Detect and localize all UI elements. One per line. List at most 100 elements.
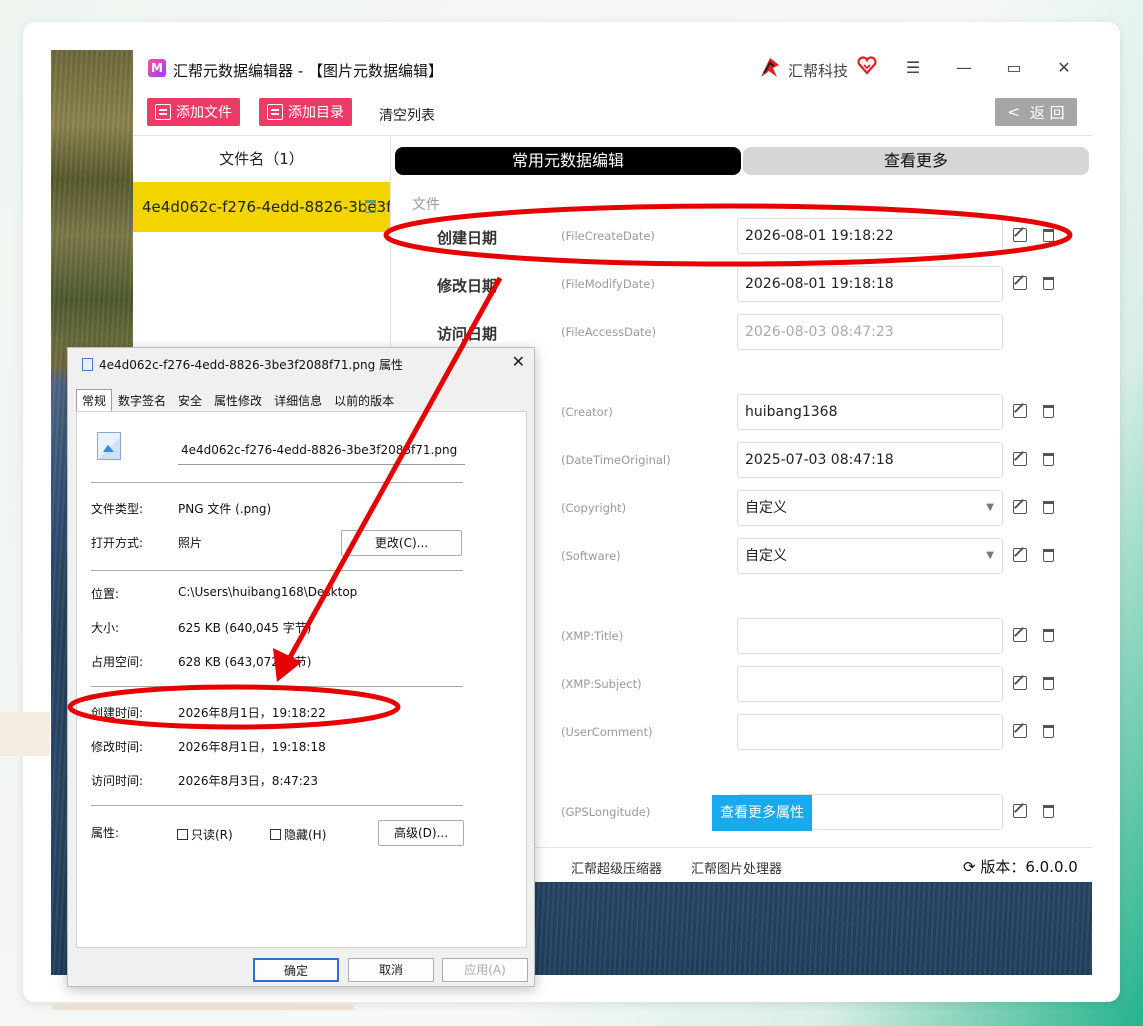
trash-icon[interactable]: [1043, 725, 1054, 738]
size-label: 大小:: [91, 621, 120, 635]
trash-icon[interactable]: [1043, 805, 1054, 818]
separator: [91, 570, 463, 571]
metadata-row: 访问日期 (FileAccessDate) 2026-08-03 08:47:2…: [395, 314, 1092, 350]
close-icon[interactable]: ✕: [512, 352, 525, 371]
edit-icon[interactable]: [1013, 548, 1027, 562]
accessed-value: 2026年8月3日，8:47:23: [178, 774, 319, 788]
file-properties-dialog: 4e4d062c-f276-4edd-8826-3be3f2088f71.png…: [67, 347, 535, 987]
add-directory-label: 添加目录: [288, 105, 344, 121]
dialog-general-panel: 4e4d062c-f276-4edd-8826-3be3f2088f71.png…: [76, 411, 527, 948]
row-key: (XMP:Subject): [561, 677, 642, 691]
edit-icon[interactable]: [1013, 724, 1027, 738]
location-value: C:\Users\huibang168\Desktop: [178, 585, 358, 599]
close-icon[interactable]: ✕: [1050, 56, 1078, 80]
trash-icon[interactable]: [1043, 277, 1054, 290]
user-comment-input[interactable]: [737, 714, 1003, 750]
minimize-icon[interactable]: —: [950, 56, 978, 80]
ok-button[interactable]: 确定: [253, 958, 339, 982]
xmp-title-input[interactable]: [737, 618, 1003, 654]
edit-icon[interactable]: [1013, 628, 1027, 642]
toolbar: 添加文件 添加目录 清空列表 < 返 回: [133, 88, 1092, 136]
modified-label: 修改时间:: [91, 740, 144, 754]
row-label: 访问日期: [437, 325, 498, 343]
filename-input[interactable]: 4e4d062c-f276-4edd-8826-3be3f2088f71.png: [178, 435, 465, 465]
trash-icon[interactable]: [365, 200, 376, 213]
version-label[interactable]: ⟳ 版本：6.0.0.0: [963, 856, 1078, 877]
software-value: 自定义: [745, 548, 787, 564]
view-more-attributes-button[interactable]: 查看更多属性: [712, 795, 812, 831]
creator-input[interactable]: huibang1368: [737, 394, 1003, 430]
trash-icon[interactable]: [1043, 453, 1054, 466]
hidden-checkbox[interactable]: 隐藏(H): [270, 826, 326, 843]
separator: [91, 482, 463, 483]
add-directory-button[interactable]: 添加目录: [259, 98, 352, 126]
maximize-icon[interactable]: ▭: [1000, 56, 1028, 80]
copyright-select[interactable]: 自定义 ▼: [737, 490, 1003, 526]
trash-icon[interactable]: [1043, 501, 1054, 514]
readonly-checkbox[interactable]: 只读(R): [177, 826, 233, 843]
copyright-value: 自定义: [745, 500, 787, 516]
datetime-original-input[interactable]: 2025-07-03 08:47:18: [737, 442, 1003, 478]
chevron-down-icon: ▼: [986, 550, 994, 561]
edit-icon[interactable]: [1013, 804, 1027, 818]
background-bar: [52, 1004, 354, 1010]
cancel-button[interactable]: 取消: [348, 958, 434, 982]
accessed-label: 访问时间:: [91, 774, 144, 788]
access-date-input: 2026-08-03 08:47:23: [737, 314, 1003, 350]
modify-date-input[interactable]: 2026-08-01 19:18:18: [737, 266, 1003, 302]
trash-icon[interactable]: [1043, 549, 1054, 562]
tab-details[interactable]: 详细信息: [268, 389, 328, 411]
edit-icon[interactable]: [1013, 228, 1027, 242]
row-key: (DateTimeOriginal): [561, 453, 671, 467]
tab-previous-versions[interactable]: 以前的版本: [328, 389, 400, 411]
version-text: 版本：6.0.0.0: [980, 858, 1078, 876]
tab-security[interactable]: 安全: [172, 389, 208, 411]
trash-icon[interactable]: [1043, 629, 1054, 642]
metadata-row: 创建日期 (FileCreateDate) 2026-08-01 19:18:2…: [395, 218, 1092, 254]
edit-icon[interactable]: [1013, 500, 1027, 514]
modified-value: 2026年8月1日，19:18:18: [178, 740, 326, 754]
background-strip: [0, 712, 50, 756]
row-key: (Software): [561, 549, 621, 563]
file-list-item[interactable]: 4e4d062c-f276-4edd-8826-3be3f2088f71.png: [133, 182, 390, 232]
edit-icon[interactable]: [1013, 404, 1027, 418]
refresh-icon: ⟳: [963, 858, 981, 876]
add-file-icon: [155, 104, 171, 120]
chevron-down-icon: ▼: [986, 502, 994, 513]
create-date-input[interactable]: 2026-08-01 19:18:22: [737, 218, 1003, 254]
app-logo-icon: M: [148, 59, 166, 77]
tab-digital-signature[interactable]: 数字签名: [112, 389, 172, 411]
section-file-label: 文件: [412, 197, 440, 213]
edit-icon[interactable]: [1013, 452, 1027, 466]
edit-icon[interactable]: [1013, 276, 1027, 290]
row-key: (Copyright): [561, 501, 627, 515]
chevron-left-icon: <: [1007, 103, 1020, 121]
trash-icon[interactable]: [1043, 405, 1054, 418]
trash-icon[interactable]: [1043, 677, 1054, 690]
location-label: 位置:: [91, 587, 120, 601]
tab-general[interactable]: 常规: [76, 389, 113, 411]
row-key: (UserComment): [561, 725, 653, 739]
edit-icon[interactable]: [1013, 676, 1027, 690]
xmp-subject-input[interactable]: [737, 666, 1003, 702]
menu-icon[interactable]: ☰: [899, 56, 927, 80]
readonly-label: 只读(R): [191, 828, 233, 842]
file-list-header: 文件名（1）: [219, 150, 304, 168]
back-button[interactable]: < 返 回: [995, 98, 1077, 126]
image-file-icon: [97, 432, 121, 460]
advanced-button[interactable]: 高级(D)...: [378, 820, 464, 846]
image-processor-link[interactable]: 汇帮图片处理器: [691, 858, 782, 877]
clear-list-button[interactable]: 清空列表: [379, 105, 435, 125]
trash-icon[interactable]: [1043, 229, 1054, 242]
add-file-button[interactable]: 添加文件: [147, 98, 240, 126]
app-title: 汇帮元数据编辑器 - 【图片元数据编辑】: [173, 62, 443, 80]
change-button[interactable]: 更改(C)...: [341, 530, 462, 556]
tab-view-more[interactable]: 查看更多: [743, 147, 1089, 175]
created-value: 2026年8月1日，19:18:22: [178, 706, 326, 720]
heart-icon: [857, 56, 877, 75]
open-with-label: 打开方式:: [91, 536, 144, 550]
tab-attribute-modify[interactable]: 属性修改: [208, 389, 268, 411]
compressor-link[interactable]: 汇帮超级压缩器: [571, 858, 662, 877]
software-select[interactable]: 自定义 ▼: [737, 538, 1003, 574]
tab-common-metadata[interactable]: 常用元数据编辑: [395, 147, 741, 175]
